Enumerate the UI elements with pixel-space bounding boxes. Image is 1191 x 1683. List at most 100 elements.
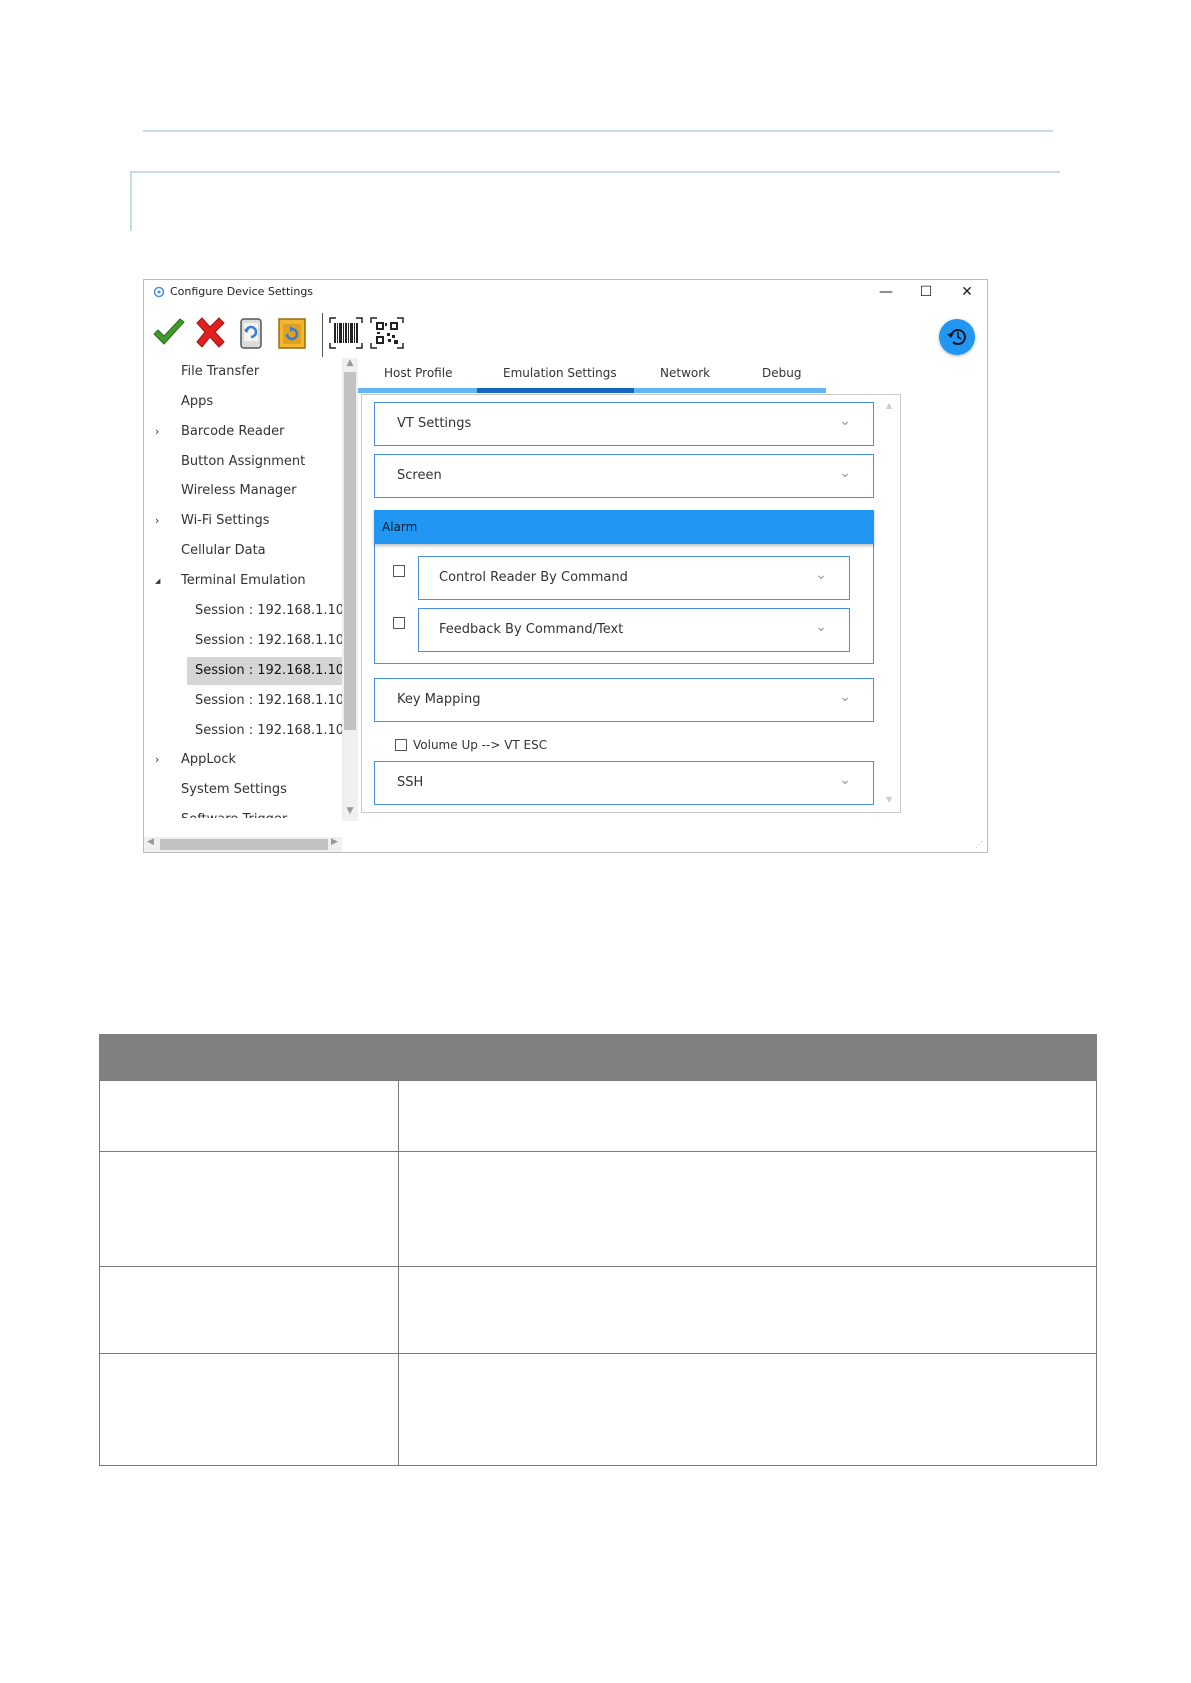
volume-up-checkbox[interactable] <box>395 739 407 751</box>
sidebar-item-label: Session : 192.168.1.100 <box>195 633 342 648</box>
sidebar-item-system-settings[interactable]: System Settings <box>144 776 342 804</box>
sidebar-item-wifi-settings[interactable]: › Wi-Fi Settings <box>144 507 342 535</box>
sidebar-horizontal-scrollbar[interactable]: ◀ ▶ <box>144 837 342 852</box>
tab-emulation-settings[interactable]: Emulation Settings <box>503 366 617 380</box>
screen-expander[interactable]: Screen ⌄ <box>374 454 874 498</box>
panel-scroll-down-icon[interactable]: ▼ <box>886 795 892 804</box>
emulation-settings-panel: ▲ VT Settings ⌄ Screen ⌄ Alarm Control R… <box>361 394 901 813</box>
table-body <box>99 1080 1097 1466</box>
sidebar-item-barcode-reader[interactable]: › Barcode Reader <box>144 418 342 446</box>
sidebar-item-apps[interactable]: Apps <box>144 388 342 416</box>
expander-label: VT Settings <box>397 416 472 431</box>
restore-file-icon[interactable] <box>274 315 310 351</box>
sidebar-item-session-selected[interactable]: Session : 192.168.1.100 <box>187 657 342 685</box>
feedback-expander[interactable]: Feedback By Command/Text ⌄ <box>418 608 850 652</box>
scrollbar-thumb[interactable] <box>344 372 356 730</box>
sidebar-item-session[interactable]: Session : 192.168.1.100 <box>144 717 342 745</box>
collapse-arrow-icon[interactable]: ◢ <box>155 567 160 595</box>
resize-grip-icon[interactable]: ⋰ <box>975 840 985 850</box>
scroll-up-arrow-icon[interactable]: ▲ <box>345 358 355 368</box>
device-sync-icon[interactable] <box>233 315 269 351</box>
app-icon <box>153 286 165 298</box>
sidebar-item-label: Button Assignment <box>181 454 306 469</box>
scroll-right-arrow-icon[interactable]: ▶ <box>331 837 338 847</box>
sidebar-item-label: Session : 192.168.1.100 <box>195 603 342 618</box>
reset-icon <box>947 329 966 345</box>
sidebar-item-applock[interactable]: › AppLock <box>144 746 342 774</box>
section-frame-top <box>130 171 1060 173</box>
sidebar-item-button-assignment[interactable]: Button Assignment <box>144 448 342 476</box>
sidebar-item-session[interactable]: Session : 192.168.1.100 <box>144 687 342 715</box>
table-row-divider <box>100 1151 1096 1152</box>
sidebar-item-label: System Settings <box>181 782 287 797</box>
sidebar-item-wireless-manager[interactable]: Wireless Manager <box>144 477 342 505</box>
chevron-down-icon: ⌄ <box>839 465 851 481</box>
sidebar-item-file-transfer[interactable]: File Transfer <box>144 358 342 386</box>
sidebar-vertical-scrollbar[interactable]: ▲ ▼ <box>342 358 358 821</box>
expand-arrow-icon[interactable]: › <box>155 507 159 535</box>
toolbar-separator <box>322 313 323 357</box>
scrollbar-thumb[interactable] <box>160 839 328 850</box>
expand-arrow-icon[interactable]: › <box>155 746 159 774</box>
alarm-header[interactable]: Alarm <box>374 510 874 544</box>
reset-button[interactable] <box>939 319 975 355</box>
sidebar-item-label: Cellular Data <box>181 543 266 558</box>
table-column-divider <box>398 1081 399 1465</box>
sidebar-item-label: File Transfer <box>181 364 260 379</box>
sidebar-item-label: Apps <box>181 394 214 409</box>
tab-network[interactable]: Network <box>660 366 710 380</box>
scroll-left-arrow-icon[interactable]: ◀ <box>147 837 154 847</box>
settings-tree: File Transfer Apps › Barcode Reader Butt… <box>144 358 342 818</box>
sidebar-item-label: Barcode Reader <box>181 424 285 439</box>
alarm-header-label: Alarm <box>382 520 418 534</box>
expander-label: Control Reader By Command <box>439 570 628 585</box>
active-tab-indicator <box>477 388 634 393</box>
sidebar-item-software-trigger[interactable]: Software Trigger <box>144 806 342 818</box>
expander-label: Feedback By Command/Text <box>439 622 624 637</box>
control-reader-checkbox[interactable] <box>393 565 405 577</box>
expander-label: Screen <box>397 468 442 483</box>
title-bar: Configure Device Settings — ☐ ✕ <box>144 280 987 304</box>
sidebar-item-label: Session : 192.168.1.100 <box>195 693 342 708</box>
sidebar-item-cellular-data[interactable]: Cellular Data <box>144 537 342 565</box>
panel-scroll-up-icon[interactable]: ▲ <box>886 401 892 410</box>
chevron-down-icon: ⌄ <box>839 772 851 788</box>
sidebar-item-terminal-emulation[interactable]: ◢ Terminal Emulation <box>144 567 342 595</box>
sidebar-item-label: Wi-Fi Settings <box>181 513 270 528</box>
table-row-divider <box>100 1266 1096 1267</box>
close-button[interactable]: ✕ <box>952 282 982 302</box>
top-rule <box>143 130 1053 132</box>
qr-code-icon[interactable] <box>369 315 405 351</box>
expand-arrow-icon[interactable]: › <box>155 418 159 446</box>
chevron-down-icon: ⌄ <box>815 619 827 635</box>
check-icon[interactable] <box>151 315 187 351</box>
volume-up-label: Volume Up --> VT ESC <box>413 738 548 752</box>
sidebar-item-label: AppLock <box>181 752 237 767</box>
expander-label: Key Mapping <box>397 692 481 707</box>
sidebar-item-label: Wireless Manager <box>181 483 297 498</box>
sidebar-item-label: Terminal Emulation <box>181 573 306 588</box>
configure-device-settings-window: Configure Device Settings — ☐ ✕ File Tra… <box>143 279 988 853</box>
sidebar-item-session[interactable]: Session : 192.168.1.100 <box>144 627 342 655</box>
chevron-down-icon: ⌄ <box>815 567 827 583</box>
settings-tabs: Host Profile Emulation Settings Network … <box>358 366 826 386</box>
table-row-divider <box>100 1353 1096 1354</box>
sidebar-item-session[interactable]: Session : 192.168.1.100 <box>144 597 342 625</box>
ssh-expander[interactable]: SSH ⌄ <box>374 761 874 805</box>
scroll-down-arrow-icon[interactable]: ▼ <box>345 806 355 816</box>
tab-debug[interactable]: Debug <box>762 366 801 380</box>
minimize-button[interactable]: — <box>871 282 901 302</box>
control-reader-expander[interactable]: Control Reader By Command ⌄ <box>418 556 850 600</box>
sidebar-item-label: Session : 192.168.1.100 <box>195 663 342 678</box>
feedback-checkbox[interactable] <box>393 617 405 629</box>
table-header <box>99 1034 1097 1080</box>
sidebar-item-label: Software Trigger <box>181 806 287 818</box>
cross-icon[interactable] <box>192 315 228 351</box>
vt-settings-expander[interactable]: VT Settings ⌄ <box>374 402 874 446</box>
alarm-group: Alarm Control Reader By Command ⌄ Feedba… <box>374 510 874 664</box>
section-frame-left <box>130 171 132 231</box>
key-mapping-expander[interactable]: Key Mapping ⌄ <box>374 678 874 722</box>
tab-host-profile[interactable]: Host Profile <box>384 366 452 380</box>
maximize-button[interactable]: ☐ <box>911 282 941 302</box>
barcode-icon[interactable] <box>328 315 364 351</box>
